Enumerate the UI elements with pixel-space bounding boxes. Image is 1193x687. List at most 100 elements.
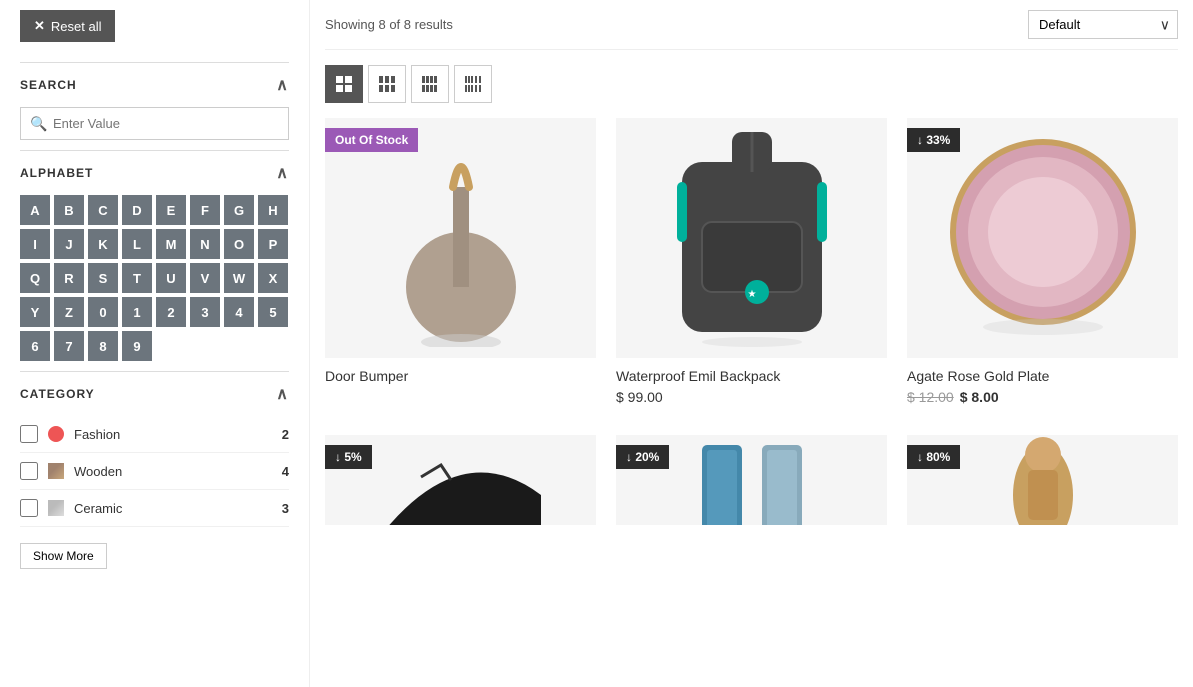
reset-label: Reset all xyxy=(51,19,102,34)
alphabet-section: ALPHABET ∧ ABCDEFGH IJKLMNOP QRSTUVWX YZ012… xyxy=(20,150,289,361)
x-icon: ✕ xyxy=(34,18,45,34)
category-checkbox-fashion[interactable] xyxy=(20,425,38,443)
product-image-2: ↓ 33% xyxy=(907,118,1178,358)
alpha-btn-q[interactable]: Q xyxy=(20,263,50,293)
alpha-btn-s[interactable]: S xyxy=(88,263,118,293)
category-list: Fashion2Wooden4Ceramic3 xyxy=(20,416,289,527)
chevron-up-icon-category: ∧ xyxy=(276,384,289,404)
alpha-btn-d[interactable]: D xyxy=(122,195,152,225)
alpha-btn-g[interactable]: G xyxy=(224,195,254,225)
alphabet-header[interactable]: ALPHABET ∧ xyxy=(20,151,289,195)
alpha-btn-e[interactable]: E xyxy=(156,195,186,225)
sort-wrap: DefaultPrice: Low to HighPrice: High to … xyxy=(1028,10,1178,39)
product-name-2: Agate Rose Gold Plate xyxy=(907,368,1178,384)
alpha-btn-z[interactable]: Z xyxy=(54,297,84,327)
product-info-2: Agate Rose Gold Plate $ 12.00 $ 8.00 xyxy=(907,358,1178,415)
alpha-btn-i[interactable]: I xyxy=(20,229,50,259)
alpha-btn-7[interactable]: 7 xyxy=(54,331,84,361)
category-checkbox-wooden[interactable] xyxy=(20,462,38,480)
product-image-5: ↓ 80% xyxy=(907,435,1178,525)
product-badge-0: Out Of Stock xyxy=(325,128,418,152)
alpha-btn-y[interactable]: Y xyxy=(20,297,50,327)
product-name-0: Door Bumper xyxy=(325,368,596,384)
alpha-btn-0[interactable]: 0 xyxy=(88,297,118,327)
main-content: Showing 8 of 8 results DefaultPrice: Low… xyxy=(310,0,1193,687)
reset-all-button[interactable]: ✕ Reset all xyxy=(20,10,115,42)
product-card-4[interactable]: ↓ 20% xyxy=(616,435,887,525)
sidebar: ✕ Reset all SEARCH ∧ 🔍 ALPHABET ∧ ABCDEF… xyxy=(0,0,310,687)
alpha-btn-o[interactable]: O xyxy=(224,229,254,259)
alpha-btn-6[interactable]: 6 xyxy=(20,331,50,361)
alpha-btn-w[interactable]: W xyxy=(224,263,254,293)
alpha-btn-k[interactable]: K xyxy=(88,229,118,259)
alphabet-grid: ABCDEFGH IJKLMNOP QRSTUVWX YZ012345 6789 xyxy=(20,195,289,361)
alpha-btn-u[interactable]: U xyxy=(156,263,186,293)
product-grid: Out Of Stock Door Bumper ★ Waterproof Em… xyxy=(325,118,1178,525)
alpha-btn-f[interactable]: F xyxy=(190,195,220,225)
product-card-0[interactable]: Out Of Stock Door Bumper xyxy=(325,118,596,415)
alpha-btn-l[interactable]: L xyxy=(122,229,152,259)
category-item-fashion: Fashion2 xyxy=(20,416,289,453)
view-3col-button[interactable] xyxy=(368,65,406,103)
view-2col-button[interactable] xyxy=(325,65,363,103)
alpha-btn-4[interactable]: 4 xyxy=(224,297,254,327)
product-badge-5: ↓ 80% xyxy=(907,445,960,469)
category-item-ceramic: Ceramic3 xyxy=(20,490,289,527)
alpha-btn-n[interactable]: N xyxy=(190,229,220,259)
product-sale-price-2: $ 8.00 xyxy=(960,389,999,405)
search-input-wrap: 🔍 xyxy=(20,107,289,140)
product-price-1: $ 99.00 xyxy=(616,389,887,405)
product-card-3[interactable]: ↓ 5% xyxy=(325,435,596,525)
product-card-2[interactable]: ↓ 33% Agate Rose Gold Plate $ 12.00 $ 8.00 xyxy=(907,118,1178,415)
product-image-1: ★ xyxy=(616,118,887,358)
alpha-btn-a[interactable]: A xyxy=(20,195,50,225)
alpha-btn-b[interactable]: B xyxy=(54,195,84,225)
alpha-btn-v[interactable]: V xyxy=(190,263,220,293)
alpha-btn-1[interactable]: 1 xyxy=(122,297,152,327)
alpha-btn-j[interactable]: J xyxy=(54,229,84,259)
product-info-0: Door Bumper xyxy=(325,358,596,399)
alpha-btn-x[interactable]: X xyxy=(258,263,288,293)
sort-select[interactable]: DefaultPrice: Low to HighPrice: High to … xyxy=(1028,10,1178,39)
product-name-1: Waterproof Emil Backpack xyxy=(616,368,887,384)
view-toggles xyxy=(325,65,1178,103)
search-header[interactable]: SEARCH ∧ xyxy=(20,63,289,107)
category-checkbox-ceramic[interactable] xyxy=(20,499,38,517)
search-input[interactable] xyxy=(20,107,289,140)
alpha-btn-r[interactable]: R xyxy=(54,263,84,293)
alphabet-title: ALPHABET xyxy=(20,166,93,180)
alpha-btn-h[interactable]: H xyxy=(258,195,288,225)
product-image-0: Out Of Stock xyxy=(325,118,596,358)
category-label-ceramic: Ceramic xyxy=(74,501,274,516)
top-bar: Showing 8 of 8 results DefaultPrice: Low… xyxy=(325,0,1178,50)
svg-text:★: ★ xyxy=(747,289,756,300)
category-title: CATEGORY xyxy=(20,387,95,401)
product-badge-2: ↓ 33% xyxy=(907,128,960,152)
product-card-5[interactable]: ↓ 80% xyxy=(907,435,1178,525)
alpha-btn-c[interactable]: C xyxy=(88,195,118,225)
category-icon-ceramic xyxy=(46,498,66,518)
category-icon-wooden xyxy=(46,461,66,481)
alpha-btn-m[interactable]: M xyxy=(156,229,186,259)
product-original-price-2: $ 12.00 xyxy=(907,389,954,405)
alpha-btn-5[interactable]: 5 xyxy=(258,297,288,327)
search-section: SEARCH ∧ 🔍 xyxy=(20,62,289,140)
product-info-1: Waterproof Emil Backpack $ 99.00 xyxy=(616,358,887,415)
view-5col-button[interactable] xyxy=(454,65,492,103)
alpha-btn-2[interactable]: 2 xyxy=(156,297,186,327)
product-price-2: $ 12.00 $ 8.00 xyxy=(907,389,1178,405)
show-more-button[interactable]: Show More xyxy=(20,543,107,569)
alpha-btn-3[interactable]: 3 xyxy=(190,297,220,327)
product-badge-4: ↓ 20% xyxy=(616,445,669,469)
alpha-btn-9[interactable]: 9 xyxy=(122,331,152,361)
alpha-btn-t[interactable]: T xyxy=(122,263,152,293)
alpha-btn-p[interactable]: P xyxy=(258,229,288,259)
category-count-wooden: 4 xyxy=(282,464,289,479)
alpha-btn-8[interactable]: 8 xyxy=(88,331,118,361)
category-header[interactable]: CATEGORY ∧ xyxy=(20,372,289,416)
product-image-3: ↓ 5% xyxy=(325,435,596,525)
product-badge-3: ↓ 5% xyxy=(325,445,372,469)
product-card-1[interactable]: ★ Waterproof Emil Backpack $ 99.00 xyxy=(616,118,887,415)
product-image-4: ↓ 20% xyxy=(616,435,887,525)
view-4col-button[interactable] xyxy=(411,65,449,103)
